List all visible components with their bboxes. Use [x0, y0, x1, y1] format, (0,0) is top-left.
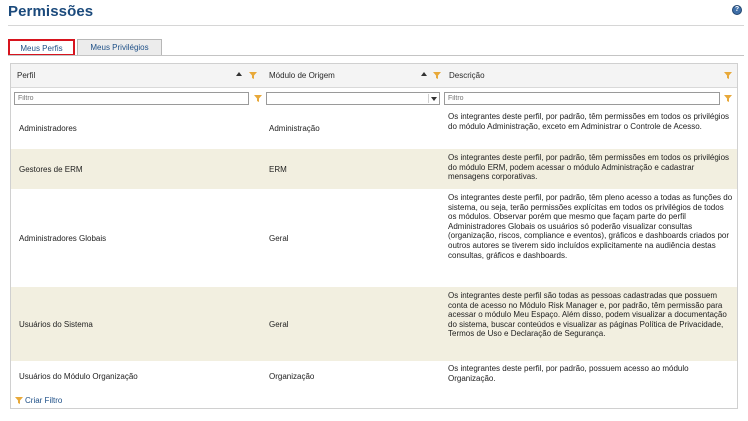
tab-bar: Meus Perfis Meus Privilégios: [8, 39, 744, 56]
profile-name: Usuários do Módulo Organização: [19, 372, 138, 381]
column-label-description: Descrição: [449, 71, 485, 80]
tabs-divider: [8, 55, 744, 56]
column-header-profile[interactable]: Perfil: [11, 64, 261, 88]
funnel-icon[interactable]: [433, 72, 441, 79]
description-filter-input[interactable]: [444, 92, 720, 105]
profile-description: Os integrantes deste perfil, por padrão,…: [448, 153, 730, 182]
module-name: Geral: [269, 234, 289, 243]
profile-name: Administradores Globais: [19, 234, 107, 243]
table-row[interactable]: Usuários do Sistema Geral Os integrantes…: [11, 287, 737, 361]
help-icon[interactable]: ?: [732, 5, 742, 15]
funnel-icon[interactable]: [724, 72, 732, 79]
profile-filter-input[interactable]: [14, 92, 249, 105]
create-filter-label: Criar Filtro: [25, 396, 63, 405]
funnel-icon[interactable]: [249, 72, 257, 79]
column-label-profile: Perfil: [17, 71, 36, 80]
column-header-description[interactable]: Descrição: [443, 64, 737, 88]
profiles-grid: Perfil Módulo de Origem Descrição Admini…: [10, 63, 738, 409]
funnel-icon[interactable]: [724, 95, 732, 102]
module-filter-select[interactable]: [266, 92, 440, 105]
table-row[interactable]: Usuários do Módulo Organização Organizaç…: [11, 361, 737, 391]
grid-header: Perfil Módulo de Origem Descrição: [11, 64, 737, 88]
tab-my-privileges[interactable]: Meus Privilégios: [77, 39, 162, 56]
funnel-icon: [15, 397, 23, 404]
table-row[interactable]: Gestores de ERM ERM Os integrantes deste…: [11, 149, 737, 189]
page-title: Permissões: [8, 3, 94, 20]
table-row[interactable]: Administradores Globais Geral Os integra…: [11, 189, 737, 287]
chevron-down-icon[interactable]: [428, 94, 438, 103]
page-header: Permissões ?: [8, 2, 744, 24]
profile-description: Os integrantes deste perfil, por padrão,…: [448, 364, 689, 383]
title-divider: [8, 25, 744, 26]
profile-name: Gestores de ERM: [19, 165, 83, 174]
funnel-icon[interactable]: [254, 95, 262, 102]
column-header-module[interactable]: Módulo de Origem: [263, 64, 443, 88]
column-label-module: Módulo de Origem: [269, 71, 335, 80]
module-name: Administração: [269, 124, 320, 133]
module-name: Geral: [269, 320, 289, 329]
filter-row: [11, 89, 737, 107]
table-row[interactable]: Administradores Administração Os integra…: [11, 108, 737, 149]
tab-my-profiles[interactable]: Meus Perfis: [8, 39, 75, 56]
profile-description: Os integrantes deste perfil são todas as…: [448, 291, 727, 339]
profile-description: Os integrantes deste perfil, por padrão,…: [448, 112, 730, 131]
profile-description: Os integrantes deste perfil, por padrão,…: [448, 193, 733, 260]
sort-asc-icon[interactable]: [421, 72, 427, 76]
profile-name: Usuários do Sistema: [19, 320, 93, 329]
module-name: ERM: [269, 165, 287, 174]
profile-name: Administradores: [19, 124, 77, 133]
sort-asc-icon[interactable]: [236, 72, 242, 76]
module-name: Organização: [269, 372, 315, 381]
